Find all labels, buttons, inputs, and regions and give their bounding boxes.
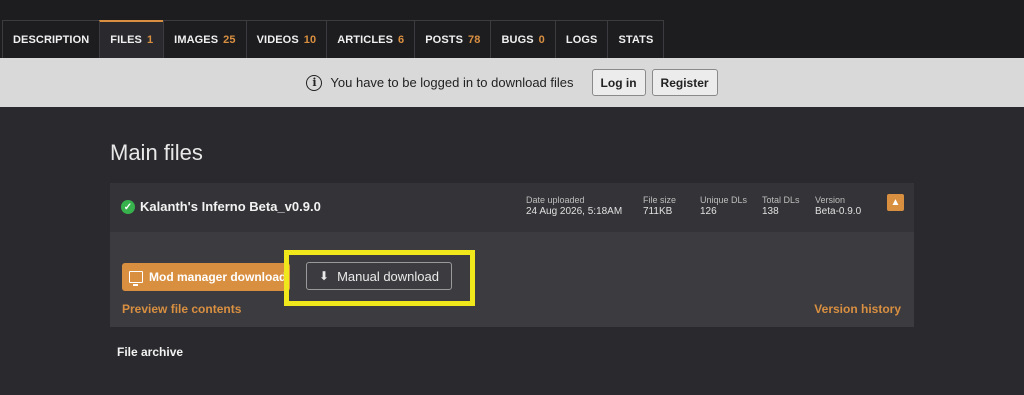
tab-count: 10 [303,33,317,46]
stat-unique-dls: Unique DLs 126 [700,195,747,217]
tab-count: 25 [223,33,236,46]
tab-count: 78 [468,33,481,46]
stat-value: 126 [700,206,717,217]
manual-download-label: Manual download [337,268,439,284]
tab-label: LOGS [565,33,598,46]
register-button[interactable]: Register [651,69,718,96]
tab-count: 0 [538,33,545,46]
stat-version: Version Beta-0.9.0 [815,195,861,217]
tab-posts[interactable]: POSTS 78 [414,20,492,58]
login-message: You have to be logged in to download fil… [330,75,574,90]
monitor-download-icon [129,271,143,286]
stat-file-size: File size 711KB [643,195,676,217]
preview-file-contents-link[interactable]: Preview file contents [122,302,241,316]
mod-manager-download-button[interactable]: Mod manager download [122,263,290,291]
tab-count: 1 [146,34,154,46]
stat-label: Total DLs [762,195,800,205]
stat-label: File size [643,195,677,205]
tab-images[interactable]: IMAGES 25 [163,20,247,58]
tab-label: VIDEOS [256,33,299,46]
stat-label: Unique DLs [700,195,748,205]
tab-label: BUGS [501,33,534,46]
tab-label: IMAGES [174,33,219,46]
tab-description[interactable]: DESCRIPTION [2,20,101,58]
stat-value: 138 [762,206,779,217]
tab-count: 6 [398,33,405,46]
tab-label: FILES [110,34,142,46]
stat-label: Date uploaded [526,195,585,205]
check-icon: ✓ [121,200,135,214]
file-name: Kalanth's Inferno Beta_v0.9.0 [140,199,321,214]
tab-label: ARTICLES [337,33,394,46]
login-button[interactable]: Log in [591,69,646,96]
file-header[interactable]: ✓ Kalanth's Inferno Beta_v0.9.0 Date upl… [110,183,914,232]
file-body: Mod manager download ⬇ Manual download P… [110,232,914,327]
tab-label: DESCRIPTION [13,33,90,46]
tab-bar: DESCRIPTION FILES 1 IMAGES 25 VIDEOS 10 ART… [0,0,1024,58]
tab-stats[interactable]: STATS [607,20,665,58]
login-banner: i You have to be logged in to download f… [0,58,1024,107]
stat-label: Version [815,195,846,205]
tab-logs[interactable]: LOGS [554,20,609,58]
stat-value: 24 Aug 2026, 5:18AM [526,206,623,217]
file-archive-heading: File archive [117,345,184,359]
tab-label: STATS [618,33,654,46]
page-title: Main files [110,140,203,165]
stat-value: 711KB [643,206,673,217]
tab-files[interactable]: FILES 1 [99,20,165,58]
stat-value: Beta-0.9.0 [815,206,862,217]
tab-articles[interactable]: ARTICLES 6 [326,20,416,58]
stat-total-dls: Total DLs 138 [762,195,800,217]
manual-download-button[interactable]: ⬇ Manual download [306,262,452,290]
mod-manager-label: Mod manager download [149,270,287,284]
download-icon: ⬇ [319,269,330,283]
stat-date-uploaded: Date uploaded 24 Aug 2026, 5:18AM [526,195,622,217]
version-history-link[interactable]: Version history [814,302,901,316]
tab-bugs[interactable]: BUGS 0 [490,20,556,58]
info-icon: i [306,74,323,91]
tabs: DESCRIPTION FILES 1 IMAGES 25 VIDEOS 10 ART… [2,20,665,58]
chevron-up-icon[interactable]: ▲ [887,194,904,211]
tab-label: POSTS [425,33,464,46]
tab-videos[interactable]: VIDEOS 10 [245,20,328,58]
